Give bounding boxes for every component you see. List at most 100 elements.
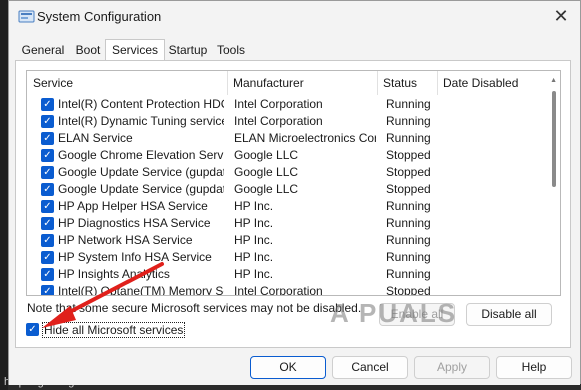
service-name: ELAN Service: [58, 131, 133, 145]
table-row[interactable]: ✓ HP Network HSA Service HP Inc. Running: [27, 232, 547, 249]
tab-general[interactable]: General: [17, 41, 69, 61]
ok-button[interactable]: OK: [250, 356, 326, 379]
service-checkbox[interactable]: ✓: [41, 98, 54, 111]
service-date-disabled: [444, 164, 544, 181]
column-header-service[interactable]: Service: [27, 71, 227, 95]
service-status: Running: [386, 250, 431, 264]
service-manufacturer: HP Inc.: [234, 199, 274, 213]
service-manufacturer: HP Inc.: [234, 250, 274, 264]
column-header-status[interactable]: Status: [377, 71, 437, 95]
dialog-footer: OK Cancel Apply Help: [9, 348, 580, 385]
table-row[interactable]: ✓ Intel(R) Optane(TM) Memory Se... Intel C…: [27, 283, 547, 296]
tab-startup[interactable]: Startup: [165, 41, 211, 61]
scroll-up-arrow-icon[interactable]: ▲: [550, 77, 557, 84]
tab-tools[interactable]: Tools: [213, 41, 249, 61]
service-checkbox[interactable]: ✓: [41, 268, 54, 281]
service-manufacturer: Intel Corporation: [234, 284, 323, 296]
service-manufacturer: Intel Corporation: [234, 114, 323, 128]
service-name: Intel(R) Dynamic Tuning service: [58, 114, 224, 128]
service-status: Stopped: [386, 165, 431, 179]
service-name: Intel(R) Content Protection HDC...: [58, 97, 224, 111]
disable-all-button[interactable]: Disable all: [466, 303, 552, 326]
table-row[interactable]: ✓ HP App Helper HSA Service HP Inc. Running: [27, 198, 547, 215]
service-manufacturer: Google LLC: [234, 182, 299, 196]
column-header-date-disabled[interactable]: Date Disabled: [437, 71, 547, 95]
note-text: Note that some secure Microsoft services…: [27, 301, 362, 315]
service-name: HP Network HSA Service: [58, 233, 193, 247]
service-checkbox[interactable]: ✓: [41, 200, 54, 213]
vertical-scrollbar[interactable]: [552, 91, 556, 187]
service-checkbox[interactable]: ✓: [41, 149, 54, 162]
table-row[interactable]: ✓ Google Chrome Elevation Servic... Google…: [27, 147, 547, 164]
cancel-button[interactable]: Cancel: [332, 356, 408, 379]
service-status: Stopped: [386, 182, 431, 196]
system-configuration-icon: [18, 9, 36, 25]
service-manufacturer: ELAN Microelectronics Corp.: [234, 131, 376, 145]
service-status: Stopped: [386, 284, 431, 296]
service-manufacturer: Google LLC: [234, 148, 299, 162]
table-row[interactable]: ✓ HP Diagnostics HSA Service HP Inc. Runnin…: [27, 215, 547, 232]
window-title: System Configuration: [37, 9, 162, 24]
apply-button[interactable]: Apply: [414, 356, 490, 379]
services-list[interactable]: Service Manufacturer Status Date Disable…: [26, 70, 561, 296]
service-status: Running: [386, 97, 431, 111]
service-date-disabled: [444, 96, 544, 113]
service-manufacturer: HP Inc.: [234, 267, 274, 281]
service-checkbox[interactable]: ✓: [41, 132, 54, 145]
column-header-manufacturer[interactable]: Manufacturer: [227, 71, 377, 95]
checkbox-check-icon[interactable]: ✓: [26, 323, 39, 336]
service-checkbox[interactable]: ✓: [41, 115, 54, 128]
service-date-disabled: [444, 198, 544, 215]
service-manufacturer: Intel Corporation: [234, 97, 323, 111]
service-manufacturer: HP Inc.: [234, 216, 274, 230]
service-manufacturer: HP Inc.: [234, 233, 274, 247]
service-status: Running: [386, 267, 431, 281]
service-date-disabled: [444, 266, 544, 283]
service-name: Google Update Service (gupdatem): [58, 182, 224, 196]
table-row[interactable]: ✓ Intel(R) Content Protection HDC... Intel…: [27, 96, 547, 113]
service-name: Intel(R) Optane(TM) Memory Se...: [58, 284, 224, 296]
hide-microsoft-services-label[interactable]: Hide all Microsoft services: [42, 322, 186, 338]
service-name: HP System Info HSA Service: [58, 250, 212, 264]
service-name: HP Diagnostics HSA Service: [58, 216, 211, 230]
service-date-disabled: [444, 215, 544, 232]
table-row[interactable]: ✓ Google Update Service (gupdate) Google L…: [27, 164, 547, 181]
service-checkbox[interactable]: ✓: [41, 251, 54, 264]
service-name: HP App Helper HSA Service: [58, 199, 208, 213]
service-date-disabled: [444, 130, 544, 147]
service-checkbox[interactable]: ✓: [41, 285, 54, 295]
table-row[interactable]: ✓ Intel(R) Dynamic Tuning service Intel Co…: [27, 113, 547, 130]
service-checkbox[interactable]: ✓: [41, 234, 54, 247]
table-row[interactable]: ✓ Google Update Service (gupdatem) Google …: [27, 181, 547, 198]
service-date-disabled: [444, 113, 544, 130]
service-rows: ✓ Intel(R) Content Protection HDC... Intel…: [27, 96, 547, 296]
close-icon: ✕: [553, 5, 569, 26]
help-button[interactable]: Help: [496, 356, 572, 379]
service-status: Running: [386, 216, 431, 230]
service-checkbox[interactable]: ✓: [41, 217, 54, 230]
service-date-disabled: [444, 232, 544, 249]
system-configuration-window: System Configuration ✕ General Boot Serv…: [8, 0, 581, 385]
service-status: Stopped: [386, 148, 431, 162]
close-button[interactable]: ✕: [548, 3, 574, 29]
watermark-logo: A PUALS: [330, 298, 458, 328]
service-checkbox[interactable]: ✓: [41, 166, 54, 179]
service-status: Running: [386, 233, 431, 247]
service-name: Google Chrome Elevation Servic...: [58, 148, 224, 162]
service-name: Google Update Service (gupdate): [58, 165, 224, 179]
service-manufacturer: Google LLC: [234, 165, 299, 179]
service-status: Running: [386, 199, 431, 213]
service-checkbox[interactable]: ✓: [41, 183, 54, 196]
table-row[interactable]: ✓ ELAN Service ELAN Microelectronics Corp.…: [27, 130, 547, 147]
service-date-disabled: [444, 249, 544, 266]
service-date-disabled: [444, 147, 544, 164]
tab-services[interactable]: Services: [105, 39, 165, 61]
service-date-disabled: [444, 283, 544, 295]
title-bar: System Configuration ✕: [9, 1, 580, 33]
service-name: HP Insights Analytics: [58, 267, 170, 281]
table-row[interactable]: ✓ HP Insights Analytics HP Inc. Running: [27, 266, 547, 283]
service-status: Running: [386, 131, 431, 145]
background-window-edge: [0, 0, 8, 390]
tab-boot[interactable]: Boot: [71, 41, 105, 61]
table-row[interactable]: ✓ HP System Info HSA Service HP Inc. Runnin…: [27, 249, 547, 266]
